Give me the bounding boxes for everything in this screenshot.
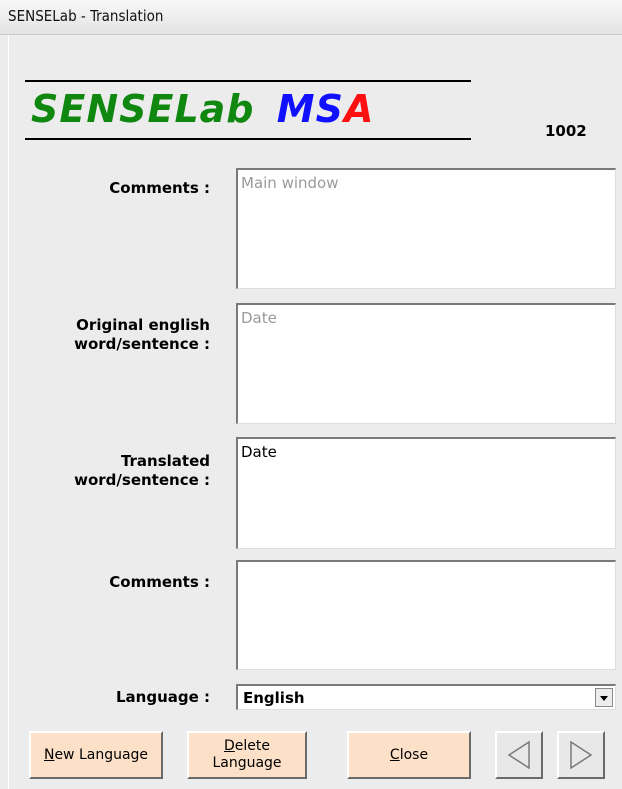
translated-label-line1: Translated bbox=[120, 452, 210, 470]
new-language-button[interactable]: New Language bbox=[29, 731, 163, 779]
triangle-left-icon bbox=[507, 740, 530, 770]
translation-window: SENSELab - Translation SENSELab MSA 1002… bbox=[0, 0, 622, 789]
next-button[interactable] bbox=[557, 731, 605, 779]
close-mnemonic: C bbox=[389, 746, 400, 763]
comments-label-2: Comments : bbox=[109, 573, 210, 591]
comments-label: Comments : bbox=[109, 179, 210, 197]
language-label: Language : bbox=[115, 688, 210, 706]
translated-label-line2: word/sentence : bbox=[74, 471, 210, 489]
delete-language-label-1: elete bbox=[234, 738, 270, 754]
logo-text-senselab: SENSELab bbox=[31, 87, 255, 131]
close-label: lose bbox=[399, 746, 429, 763]
translated-text-field[interactable]: Date bbox=[236, 437, 616, 549]
translated-label: Translated word/sentence : bbox=[74, 452, 210, 490]
close-button[interactable]: Close bbox=[347, 731, 471, 779]
new-language-label: ew Language bbox=[54, 746, 149, 763]
logo-text-a: A bbox=[343, 87, 375, 131]
delete-language-label-2: Language bbox=[212, 755, 282, 771]
delete-language-mnemonic: D bbox=[224, 738, 235, 754]
original-label-line1: Original english bbox=[76, 316, 210, 334]
delete-language-button[interactable]: Delete Language bbox=[187, 731, 307, 779]
comments-field-readonly[interactable]: Main window bbox=[236, 168, 616, 289]
chevron-down-icon[interactable] bbox=[595, 688, 613, 707]
window-title: SENSELab - Translation bbox=[8, 7, 164, 25]
title-bar: SENSELab - Translation bbox=[0, 0, 622, 35]
previous-button[interactable] bbox=[495, 731, 543, 779]
record-id: 1002 bbox=[545, 122, 587, 140]
comments-field-2[interactable] bbox=[236, 560, 616, 670]
original-text-field[interactable]: Date bbox=[236, 303, 616, 424]
language-select-value: English bbox=[243, 689, 305, 707]
original-label: Original english word/sentence : bbox=[74, 316, 210, 354]
language-select[interactable]: English bbox=[236, 684, 616, 710]
logo-text-ms: MS bbox=[276, 87, 344, 131]
original-label-line2: word/sentence : bbox=[74, 335, 210, 353]
new-language-mnemonic: N bbox=[43, 746, 55, 763]
senselab-logo: SENSELab MSA bbox=[25, 80, 471, 140]
triangle-right-icon bbox=[570, 740, 593, 770]
